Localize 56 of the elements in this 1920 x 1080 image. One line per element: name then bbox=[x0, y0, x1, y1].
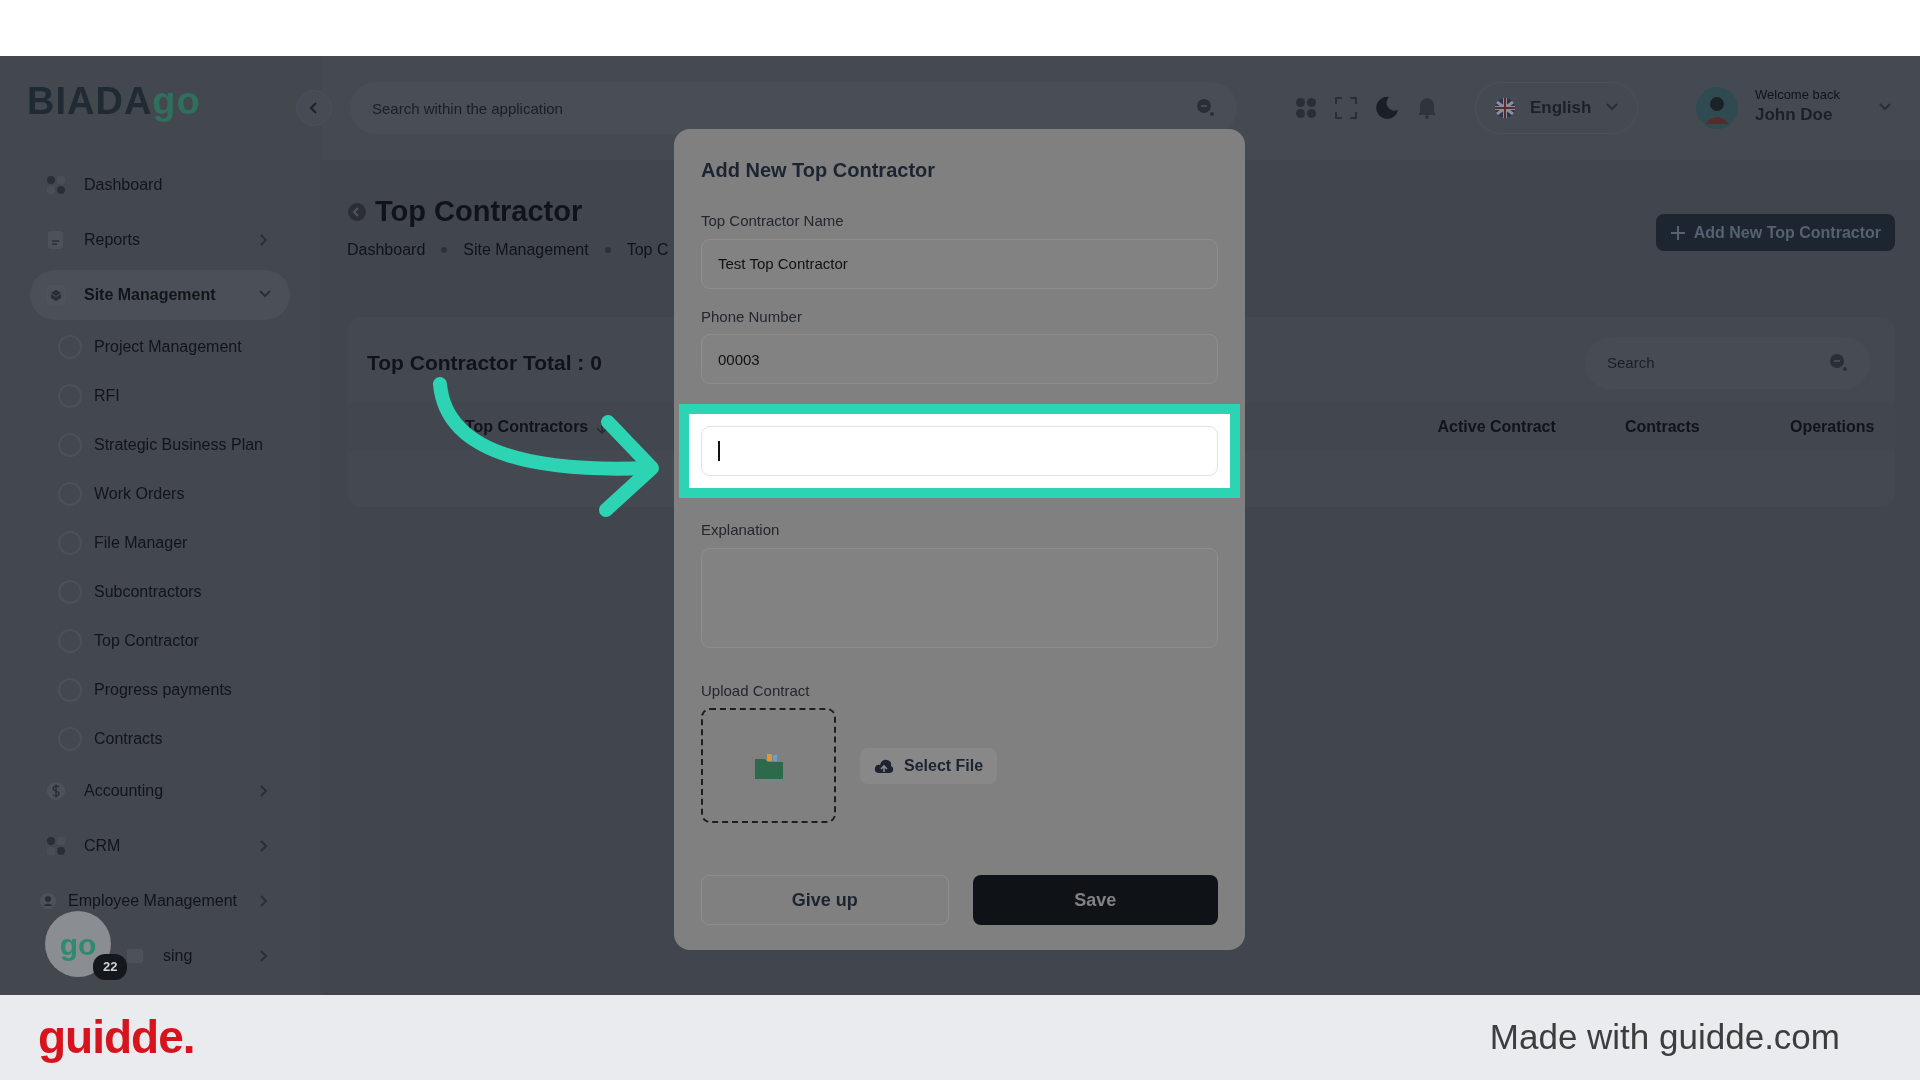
field-label: Top Contractor Name bbox=[701, 211, 844, 231]
moon-icon[interactable] bbox=[1375, 96, 1399, 120]
upload-dropzone[interactable] bbox=[701, 708, 836, 823]
input-field[interactable] bbox=[701, 426, 1218, 476]
column-header[interactable]: Operations bbox=[1790, 414, 1895, 439]
input-field[interactable]: Test Top Contractor bbox=[701, 238, 1218, 289]
sidebar-subitem[interactable]: Project Management bbox=[58, 325, 288, 369]
dollar-icon bbox=[46, 781, 66, 801]
sidebar-subitem[interactable]: Progress payments bbox=[58, 668, 288, 712]
fullscreen-icon[interactable] bbox=[1335, 97, 1357, 119]
person-icon bbox=[38, 891, 58, 911]
grid-icon bbox=[46, 175, 66, 195]
apps-icon[interactable] bbox=[1295, 97, 1317, 119]
grid-icon bbox=[46, 836, 66, 856]
breadcrumb-link[interactable]: Top C bbox=[626, 237, 669, 262]
welcome-text: Welcome back bbox=[1755, 88, 1840, 103]
field-label: Explanation bbox=[701, 520, 780, 540]
back-icon[interactable] bbox=[347, 201, 367, 222]
column-header[interactable]: Contracts bbox=[1625, 414, 1730, 439]
folder-icon bbox=[125, 946, 145, 966]
chevron-left-icon bbox=[309, 102, 319, 114]
plus-icon bbox=[1669, 224, 1686, 241]
sidebar-subitem[interactable]: Work Orders bbox=[58, 472, 288, 516]
sidebar-subitem[interactable]: Subcontractors bbox=[58, 570, 288, 614]
input-field[interactable]: 00003 bbox=[701, 334, 1218, 384]
brand-logo: guidde. bbox=[38, 1010, 195, 1065]
count-badge: 22 bbox=[93, 954, 128, 980]
credit-text: Made with guidde.com bbox=[1489, 1016, 1840, 1059]
field-label: Upload Contract bbox=[701, 680, 810, 701]
cancel-button[interactable]: Give up bbox=[701, 875, 949, 925]
field-label: Phone Number bbox=[701, 306, 802, 327]
text-cursor bbox=[718, 441, 720, 461]
column-header[interactable]: Active Contract bbox=[1437, 414, 1565, 439]
sidebar-item[interactable]: Dashboard bbox=[30, 160, 290, 210]
search-icon[interactable] bbox=[1829, 352, 1848, 372]
cloud-upload-icon bbox=[874, 757, 894, 774]
flag-icon bbox=[1494, 97, 1516, 119]
card-title: Top Contractor Total : 0 bbox=[367, 349, 602, 376]
column-header[interactable]: Top Contractors bbox=[465, 414, 638, 439]
sidebar-subitem[interactable]: Contracts bbox=[58, 717, 288, 761]
save-button[interactable]: Save bbox=[972, 875, 1218, 925]
collapse-button[interactable] bbox=[296, 90, 332, 126]
breadcrumb-link[interactable]: Dashboard bbox=[347, 237, 426, 262]
sidebar-item[interactable]: Accounting bbox=[30, 766, 290, 816]
breadcrumb-link[interactable]: Site Management bbox=[463, 237, 589, 262]
avatar bbox=[1695, 86, 1739, 130]
search-icon[interactable] bbox=[1196, 98, 1215, 117]
page-title: Top Contractor bbox=[375, 194, 583, 229]
cube-icon bbox=[46, 285, 66, 305]
sidebar-item[interactable]: Reports bbox=[30, 215, 290, 265]
document-icon bbox=[46, 230, 66, 250]
select-file-button[interactable]: Select File bbox=[860, 747, 998, 784]
sidebar-item[interactable]: Site Management bbox=[30, 270, 290, 320]
sidebar-item[interactable]: CRM bbox=[30, 821, 290, 871]
add-button[interactable]: Add New Top Contractor bbox=[1655, 214, 1895, 251]
modal-title: Add New Top Contractor bbox=[701, 158, 937, 183]
